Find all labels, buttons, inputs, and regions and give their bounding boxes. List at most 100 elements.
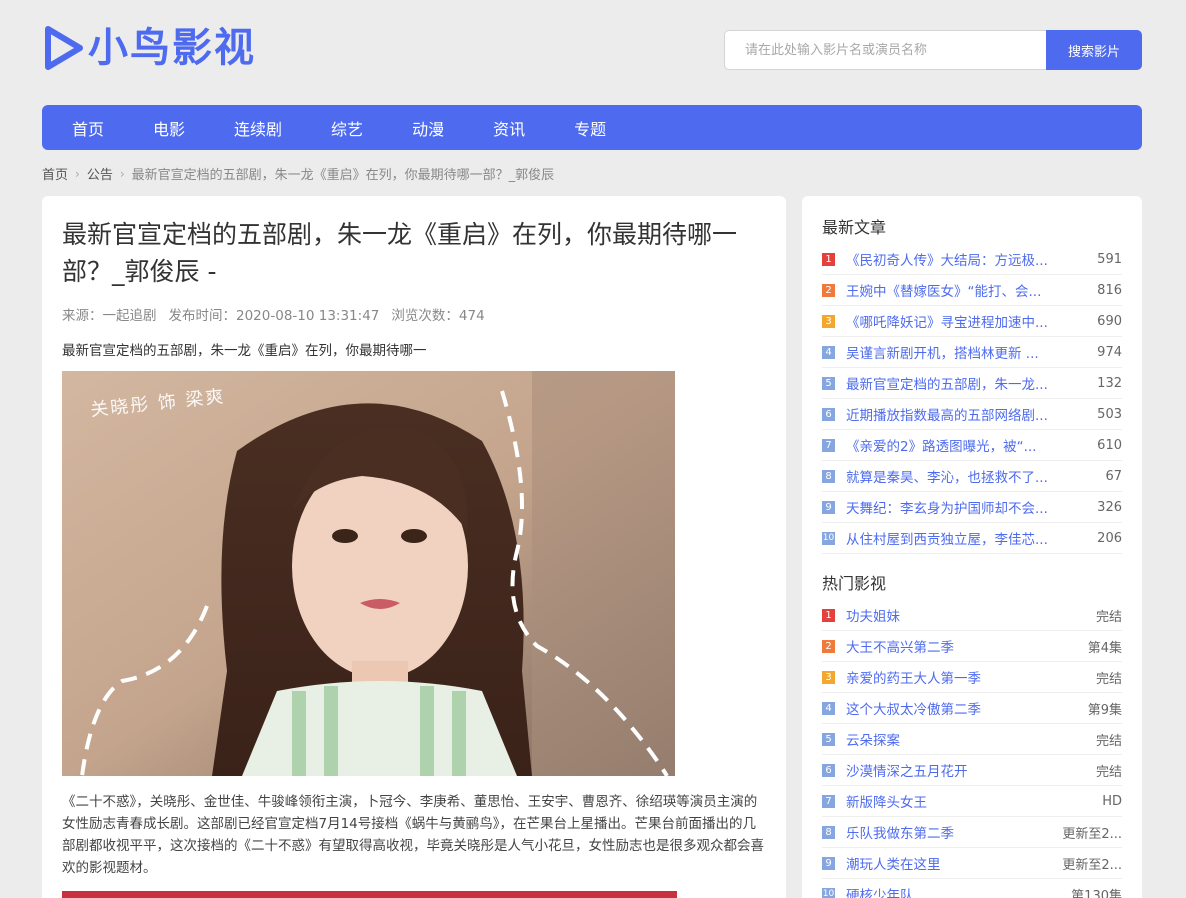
article-link[interactable]: 王婉中《替嫁医女》“能打、会... (846, 280, 1087, 300)
rank-badge: 9 (822, 500, 835, 514)
breadcrumb-notice[interactable]: 公告 (87, 164, 113, 183)
article-link[interactable]: 《亲爱的2》路透图曝光，被“... (846, 435, 1087, 455)
view-count: 206 (1097, 530, 1122, 546)
view-count: 132 (1097, 375, 1122, 391)
list-item[interactable]: 1 功夫姐妹 完结 (822, 600, 1122, 631)
rank-badge: 5 (822, 376, 835, 390)
latest-title: 最新文章 (822, 218, 887, 237)
list-item[interactable]: 9 天舞纪：李玄身为护国师却不会... 326 (822, 492, 1122, 523)
rank-badge: 1 (822, 608, 835, 622)
episode-status: 更新至2... (1062, 857, 1122, 873)
list-item[interactable]: 7 新版降头女王 HD (822, 786, 1122, 817)
list-item[interactable]: 2 王婉中《替嫁医女》“能打、会... 816 (822, 275, 1122, 306)
breadcrumb-home[interactable]: 首页 (42, 164, 68, 183)
rank-badge: 7 (822, 794, 835, 808)
list-item[interactable]: 8 乐队我做东第二季 更新至2... (822, 817, 1122, 848)
article-image: 关晓彤 饰 梁爽 (62, 371, 675, 776)
video-link[interactable]: 亲爱的药王大人第一季 (846, 667, 1086, 687)
list-item[interactable]: 7 《亲爱的2》路透图曝光，被“... 610 (822, 430, 1122, 461)
article-link[interactable]: 《哪吒降妖记》寻宝进程加速中... (846, 311, 1087, 331)
play-logo-icon (45, 26, 83, 70)
rank-badge: 4 (822, 345, 835, 359)
rank-badge: 3 (822, 314, 835, 328)
video-link[interactable]: 新版降头女王 (846, 791, 1092, 811)
list-item[interactable]: 4 吴谨言新剧开机，搭档林更新 ... 974 (822, 337, 1122, 368)
episode-status: 完结 (1095, 671, 1122, 687)
list-item[interactable]: 5 云朵探案 完结 (822, 724, 1122, 755)
list-item[interactable]: 2 大王不高兴第二季 第4集 (822, 631, 1122, 662)
nav-item-home[interactable]: 首页 (72, 116, 104, 140)
article-views: 浏览次数：474 (391, 308, 485, 324)
list-item[interactable]: 6 近期播放指数最高的五部网络剧... 503 (822, 399, 1122, 430)
article-image-2 (62, 891, 677, 898)
article-meta: 来源：一起追剧 发布时间：2020-08-10 13:31:47 浏览次数：47… (62, 304, 766, 324)
article-link[interactable]: 从住村屋到西贡独立屋，李佳芯... (846, 528, 1087, 548)
article-title: 最新官宣定档的五部剧，朱一龙《重启》在列，你最期待哪一部？_郭俊辰 - (62, 220, 738, 286)
video-link[interactable]: 大王不高兴第二季 (846, 636, 1078, 656)
list-item[interactable]: 10 从住村屋到西贡独立屋，李佳芯... 206 (822, 523, 1122, 554)
nav-item-news[interactable]: 资讯 (493, 116, 525, 140)
rank-badge: 7 (822, 438, 835, 452)
rank-badge: 6 (822, 763, 835, 777)
nav-item-topics[interactable]: 专题 (574, 116, 606, 140)
rank-badge: 2 (822, 283, 835, 297)
rank-badge: 8 (822, 825, 835, 839)
chevron-right-icon: › (119, 166, 125, 181)
episode-status: 第9集 (1087, 702, 1122, 718)
episode-status: 第130集 (1071, 888, 1122, 898)
view-count: 326 (1097, 499, 1122, 515)
article-link[interactable]: 最新官宣定档的五部剧，朱一龙... (846, 373, 1087, 393)
article-link[interactable]: 就算是秦昊、李沁，也拯救不了... (846, 466, 1095, 486)
view-count: 591 (1097, 251, 1122, 267)
article-link[interactable]: 近期播放指数最高的五部网络剧... (846, 404, 1087, 424)
list-item[interactable]: 10 硬核少年队 第130集 (822, 879, 1122, 898)
episode-status: 第4集 (1087, 640, 1122, 656)
list-item[interactable]: 8 就算是秦昊、李沁，也拯救不了... 67 (822, 461, 1122, 492)
episode-status: 更新至2... (1062, 826, 1122, 842)
search-button[interactable]: 搜索影片 (1046, 30, 1142, 70)
list-item[interactable]: 1 《民初奇人传》大结局：方远极... 591 (822, 244, 1122, 275)
list-item[interactable]: 3 《哪吒降妖记》寻宝进程加速中... 690 (822, 306, 1122, 337)
article-link[interactable]: 吴谨言新剧开机，搭档林更新 ... (846, 342, 1087, 362)
rank-badge: 10 (822, 531, 835, 545)
episode-status: 完结 (1095, 733, 1122, 749)
logo-text: 小鸟影视 (88, 25, 256, 71)
nav-item-movies[interactable]: 电影 (153, 116, 185, 140)
latest-list: 1 《民初奇人传》大结局：方远极... 591 2 王婉中《替嫁医女》“能打、会...… (822, 244, 1122, 554)
hot-list: 1 功夫姐妹完结 2 大王不高兴第二季 第4集 3 亲爱的药王大人第一季 完结 4 这个大叔… (822, 600, 1122, 898)
search-bar: 搜索影片 (724, 30, 1142, 70)
view-count: 816 (1097, 282, 1122, 298)
site-logo[interactable]: 小鸟影视 (42, 22, 256, 74)
list-item[interactable]: 5 最新官宣定档的五部剧，朱一龙... 132 (822, 368, 1122, 399)
video-link[interactable]: 这个大叔太冷傲第二季 (846, 698, 1078, 718)
hot-title: 热门影视 (822, 574, 887, 593)
article-body: 《二十不惑》，关晓彤、金世佳、牛骏峰领衔主演，卜冠今、李庚希、董思怡、王安宇、曹… (62, 794, 764, 876)
video-link[interactable]: 乐队我做东第二季 (846, 822, 1052, 842)
list-item[interactable]: 4 这个大叔太冷傲第二季 第9集 (822, 693, 1122, 724)
video-link[interactable]: 硬核少年队 (846, 884, 1061, 898)
article-link[interactable]: 《民初奇人传》大结局：方远极... (846, 249, 1087, 269)
rank-badge: 4 (822, 701, 835, 715)
breadcrumb-current: 最新官宣定档的五部剧，朱一龙《重启》在列，你最期待哪一部？_郭俊辰 (131, 168, 555, 183)
nav-item-variety[interactable]: 综艺 (331, 116, 363, 140)
chevron-right-icon: › (75, 166, 80, 181)
search-input[interactable] (724, 30, 1046, 70)
list-item[interactable]: 3 亲爱的药王大人第一季 完结 (822, 662, 1122, 693)
list-item[interactable]: 6 沙漠情深之五月花开 完结 (822, 755, 1122, 786)
article-source: 来源：一起追剧 (62, 308, 157, 324)
nav-item-series[interactable]: 连续剧 (234, 116, 282, 140)
rank-badge: 1 (822, 252, 835, 266)
view-count: 67 (1105, 468, 1122, 484)
video-link[interactable]: 潮玩人类在这里 (846, 853, 1052, 873)
article-time: 发布时间：2020-08-10 13:31:47 (168, 308, 380, 324)
rank-badge: 5 (822, 732, 835, 746)
list-item[interactable]: 9 潮玩人类在这里 更新至2... (822, 848, 1122, 879)
video-link[interactable]: 云朵探案 (846, 729, 1086, 749)
rank-badge: 9 (822, 856, 835, 870)
view-count: 690 (1097, 313, 1122, 329)
video-link[interactable]: 功夫姐妹 (846, 605, 1086, 625)
nav-item-anime[interactable]: 动漫 (412, 116, 444, 140)
article-link[interactable]: 天舞纪：李玄身为护国师却不会... (846, 497, 1087, 517)
rank-badge: 10 (822, 887, 835, 898)
video-link[interactable]: 沙漠情深之五月花开 (846, 760, 1086, 780)
